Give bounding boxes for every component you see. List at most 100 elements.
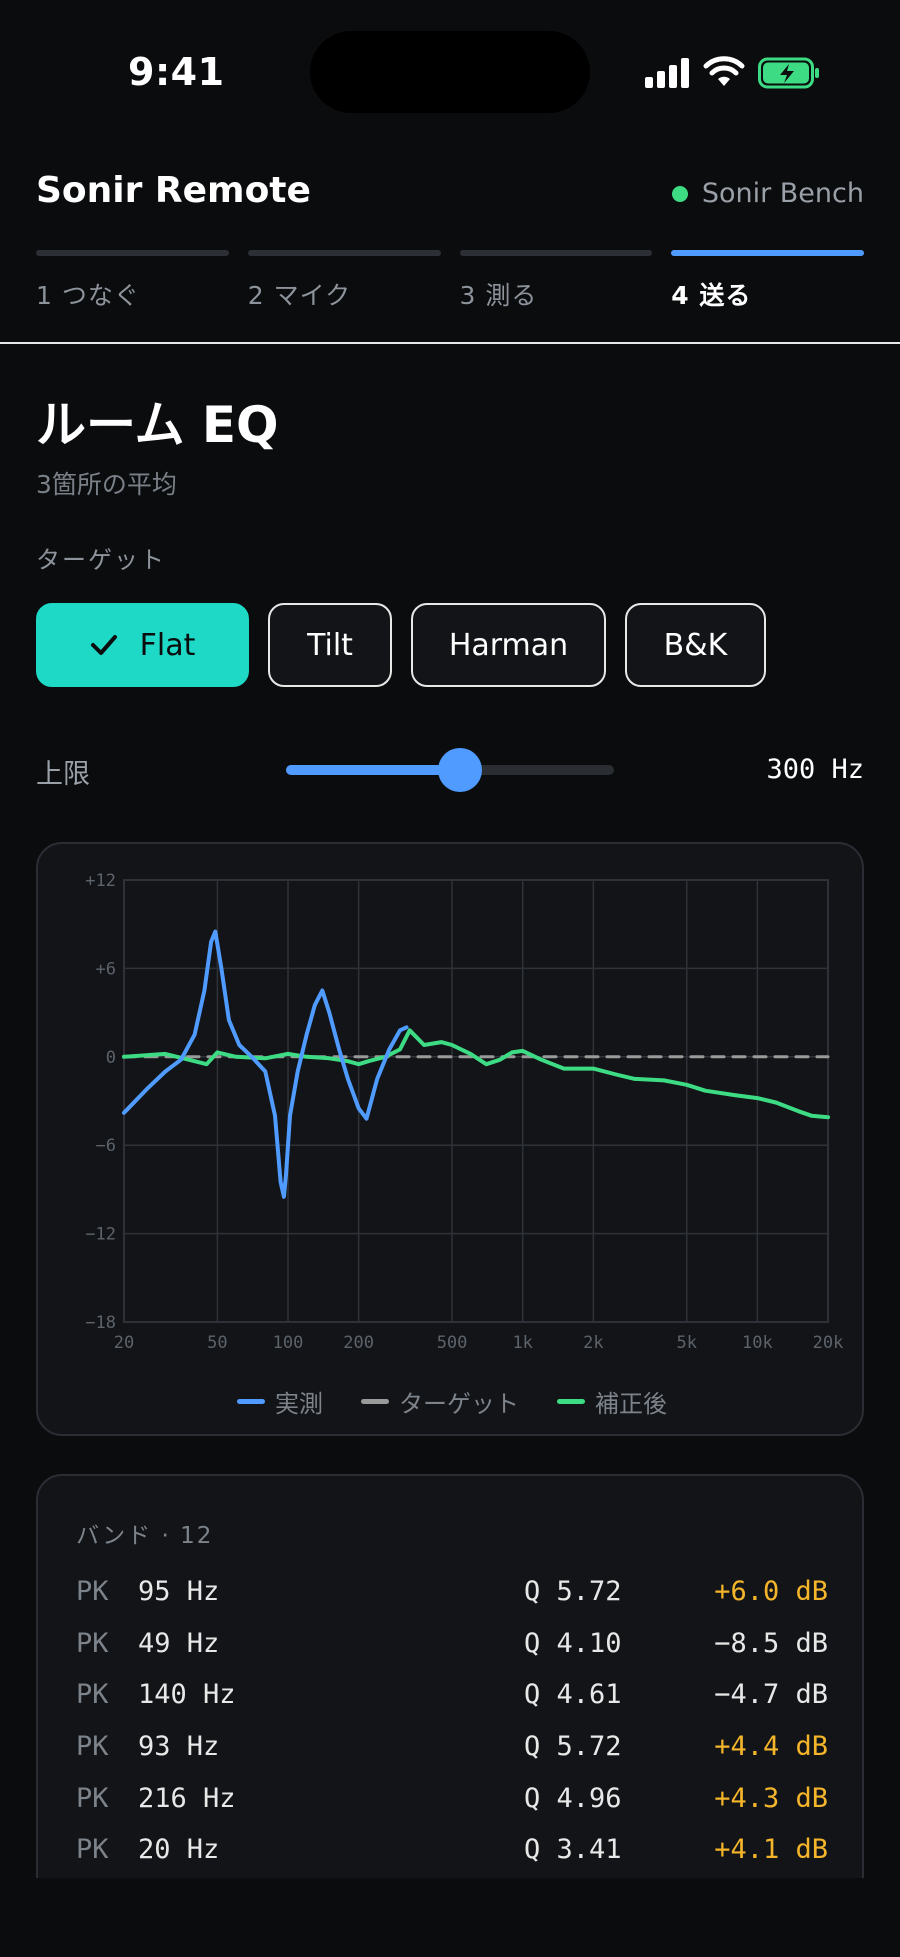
y-tick-label: −6 bbox=[96, 1136, 116, 1156]
band-frequency: 140 Hz bbox=[138, 1679, 236, 1710]
legend-label: ターゲット bbox=[399, 1390, 519, 1418]
legend-swatch bbox=[237, 1399, 265, 1404]
band-type: PK bbox=[76, 1783, 109, 1814]
chip-label: B&K bbox=[663, 627, 728, 663]
step-progress: 1 つなぐ 2 マイク 3 測る 4 送る bbox=[36, 250, 864, 312]
band-q: Q 3.41 bbox=[524, 1834, 622, 1865]
app-title: Sonir Remote bbox=[36, 170, 311, 211]
dynamic-island bbox=[310, 31, 590, 113]
limit-value: 300 Hz bbox=[766, 754, 864, 785]
band-frequency: 49 Hz bbox=[138, 1628, 220, 1659]
legend-swatch bbox=[361, 1399, 389, 1404]
check-icon bbox=[90, 635, 117, 655]
band-frequency: 95 Hz bbox=[138, 1576, 220, 1607]
slider-thumb[interactable] bbox=[437, 748, 482, 792]
band-gain: −8.5 dB bbox=[714, 1628, 828, 1659]
limit-slider[interactable] bbox=[286, 748, 614, 792]
target-chip-tilt[interactable]: Tilt bbox=[268, 603, 392, 687]
connection-status-dot bbox=[671, 185, 688, 202]
target-chip-bk[interactable]: B&K bbox=[625, 603, 766, 687]
y-tick-label: +12 bbox=[85, 871, 116, 891]
band-row[interactable]: PK 95 Hz Q 5.72 +6.0 dB bbox=[76, 1576, 828, 1616]
legend-label: 補正後 bbox=[595, 1390, 667, 1418]
x-tick-label: 100 bbox=[273, 1333, 304, 1353]
page-subtitle: 3箇所の平均 bbox=[36, 470, 177, 499]
band-type: PK bbox=[76, 1576, 109, 1607]
legend-swatch bbox=[557, 1399, 585, 1404]
y-tick-label: 0 bbox=[106, 1048, 116, 1068]
status-bar: 9:41 bbox=[0, 0, 900, 140]
x-tick-label: 10k bbox=[742, 1333, 773, 1353]
status-time: 9:41 bbox=[128, 50, 225, 94]
band-q: Q 4.61 bbox=[524, 1679, 622, 1710]
y-tick-label: +6 bbox=[96, 959, 116, 979]
eq-chart-card: +12 +6 0 −6 −12 −18 20 50 100 200 500 1k 2k 5k 10k 20k … bbox=[36, 842, 864, 1436]
chip-label: Flat bbox=[139, 627, 196, 663]
cellular-signal-icon bbox=[645, 58, 689, 88]
chip-label: Harman bbox=[448, 627, 569, 663]
x-tick-label: 20k bbox=[813, 1333, 844, 1353]
band-row[interactable]: PK 216 Hz Q 4.96 +4.3 dB bbox=[76, 1783, 828, 1823]
step-connect[interactable]: 1 つなぐ bbox=[36, 250, 229, 312]
header-divider bbox=[0, 342, 900, 344]
chart-legend: 実測 ターゲット 補正後 bbox=[38, 1384, 866, 1419]
band-frequency: 93 Hz bbox=[138, 1731, 220, 1762]
step-label: 2 マイク bbox=[247, 281, 352, 310]
device-indicator[interactable]: Sonir Bench bbox=[671, 178, 864, 209]
step-label: 1 つなぐ bbox=[36, 281, 140, 310]
band-type: PK bbox=[76, 1731, 109, 1762]
band-gain: +4.3 dB bbox=[714, 1783, 828, 1814]
legend-item-measured: 実測 bbox=[237, 1384, 323, 1419]
band-type: PK bbox=[76, 1628, 109, 1659]
band-q: Q 4.96 bbox=[524, 1783, 622, 1814]
slider-fill bbox=[286, 765, 460, 775]
x-tick-label: 20 bbox=[114, 1333, 134, 1353]
target-chip-flat[interactable]: Flat bbox=[36, 603, 249, 687]
band-q: Q 5.72 bbox=[524, 1576, 622, 1607]
step-bar bbox=[459, 250, 653, 256]
page-title: ルーム EQ bbox=[36, 396, 279, 454]
band-list-header: バンド · 12 bbox=[76, 1523, 214, 1549]
step-bar bbox=[671, 250, 864, 256]
y-tick-label: −18 bbox=[85, 1313, 116, 1333]
legend-label: 実測 bbox=[275, 1390, 323, 1418]
series-corrected-line bbox=[122, 1028, 830, 1120]
band-gain: +4.1 dB bbox=[714, 1834, 828, 1865]
x-tick-label: 5k bbox=[676, 1333, 696, 1353]
band-row[interactable]: PK 140 Hz Q 4.61 −4.7 dB bbox=[76, 1679, 828, 1719]
band-row[interactable]: PK 93 Hz Q 5.72 +4.4 dB bbox=[76, 1731, 828, 1771]
step-label: 3 測る bbox=[459, 281, 538, 310]
band-type: PK bbox=[76, 1679, 109, 1710]
x-tick-label: 1k bbox=[512, 1333, 532, 1353]
band-q: Q 5.72 bbox=[524, 1731, 622, 1762]
chip-label: Tilt bbox=[307, 627, 353, 663]
x-tick-label: 2k bbox=[583, 1333, 603, 1353]
eq-chart: +12 +6 0 −6 −12 −1820 50 100 200 500 1k 2k 5k 10k 20k bbox=[85, 871, 844, 1353]
legend-item-corrected: 補正後 bbox=[557, 1384, 667, 1419]
band-gain: −4.7 dB bbox=[714, 1679, 828, 1710]
x-tick-label: 500 bbox=[437, 1333, 468, 1353]
x-tick-label: 200 bbox=[343, 1333, 374, 1353]
legend-item-target: ターゲット bbox=[361, 1384, 519, 1419]
step-send[interactable]: 4 送る bbox=[671, 250, 864, 312]
band-frequency: 20 Hz bbox=[138, 1834, 220, 1865]
target-section-label: ターゲット bbox=[36, 546, 166, 574]
step-measure[interactable]: 3 測る bbox=[459, 250, 653, 312]
band-type: PK bbox=[76, 1834, 109, 1865]
band-frequency: 216 Hz bbox=[138, 1783, 236, 1814]
band-row[interactable]: PK 49 Hz Q 4.10 −8.5 dB bbox=[76, 1628, 828, 1668]
device-name: Sonir Bench bbox=[701, 178, 864, 209]
scroll-clip bbox=[0, 1878, 900, 1957]
target-chip-harman[interactable]: Harman bbox=[411, 603, 606, 687]
band-gain: +4.4 dB bbox=[714, 1731, 828, 1762]
target-selector: Flat Tilt Harman B&K bbox=[36, 603, 766, 687]
step-mic[interactable]: 2 マイク bbox=[247, 250, 441, 312]
step-label: 4 送る bbox=[671, 281, 752, 310]
step-bar bbox=[247, 250, 441, 256]
x-tick-label: 50 bbox=[207, 1333, 227, 1353]
plot-frame bbox=[123, 879, 829, 1323]
limit-label: 上限 bbox=[36, 759, 90, 790]
band-q: Q 4.10 bbox=[524, 1628, 622, 1659]
band-gain: +6.0 dB bbox=[714, 1576, 828, 1607]
band-row[interactable]: PK 20 Hz Q 3.41 +4.1 dB bbox=[76, 1834, 828, 1874]
